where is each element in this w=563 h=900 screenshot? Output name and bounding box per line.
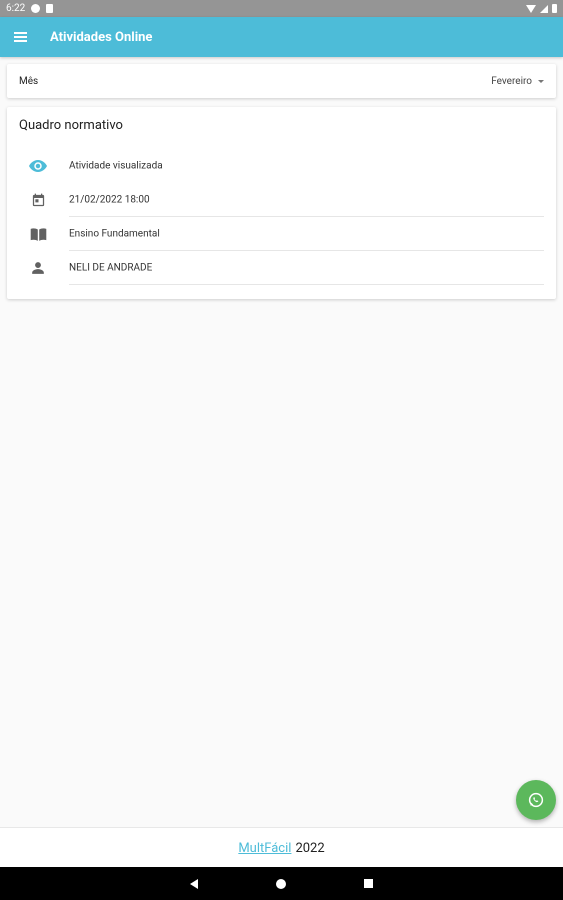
whatsapp-icon: [528, 792, 544, 808]
status-bar: 6:22: [0, 0, 563, 17]
app-title: Atividades Online: [50, 29, 153, 45]
eye-icon: [29, 157, 47, 175]
month-dropdown[interactable]: Fevereiro: [491, 76, 544, 87]
home-icon[interactable]: [276, 878, 286, 889]
month-label: Mês: [19, 75, 39, 87]
level-row: Ensino Fundamental: [7, 217, 556, 251]
app-bar: Atividades Online: [0, 17, 563, 57]
card-title: Quadro normativo: [19, 118, 123, 133]
whatsapp-button[interactable]: [516, 780, 556, 820]
date-text: 21/02/2022 18:00: [69, 194, 150, 206]
book-icon: [29, 225, 47, 243]
row-divider: [69, 284, 544, 285]
notification-icon: [31, 4, 41, 13]
activity-card[interactable]: Quadro normativo Atividade visualizada 2…: [7, 107, 556, 299]
status-row: Atividade visualizada: [7, 149, 556, 183]
status-time: 6:22: [6, 3, 26, 14]
calendar-icon: [29, 191, 47, 209]
footer: MultFácil 2022: [0, 827, 563, 868]
battery-icon: [552, 4, 557, 13]
brand-link[interactable]: MultFácil: [238, 841, 291, 856]
sim-card-icon: [46, 4, 54, 13]
footer-year: 2022: [295, 840, 325, 856]
status-text: Atividade visualizada: [69, 160, 163, 172]
hamburger-icon: [13, 32, 27, 42]
month-selected: Fevereiro: [491, 75, 532, 87]
menu-button[interactable]: [0, 17, 40, 57]
teacher-row: NELI DE ANDRADE: [7, 251, 556, 285]
dropdown-arrow-icon: [538, 79, 544, 83]
person-icon: [29, 259, 47, 277]
recent-apps-icon[interactable]: [364, 879, 373, 888]
teacher-text: NELI DE ANDRADE: [69, 262, 153, 274]
system-nav-bar: [0, 867, 563, 900]
date-row: 21/02/2022 18:00: [7, 183, 556, 217]
level-text: Ensino Fundamental: [69, 228, 160, 240]
month-filter: Mês Fevereiro: [7, 64, 556, 98]
signal-icon: [540, 4, 548, 13]
back-icon[interactable]: [190, 878, 198, 889]
wifi-icon: [526, 4, 536, 13]
